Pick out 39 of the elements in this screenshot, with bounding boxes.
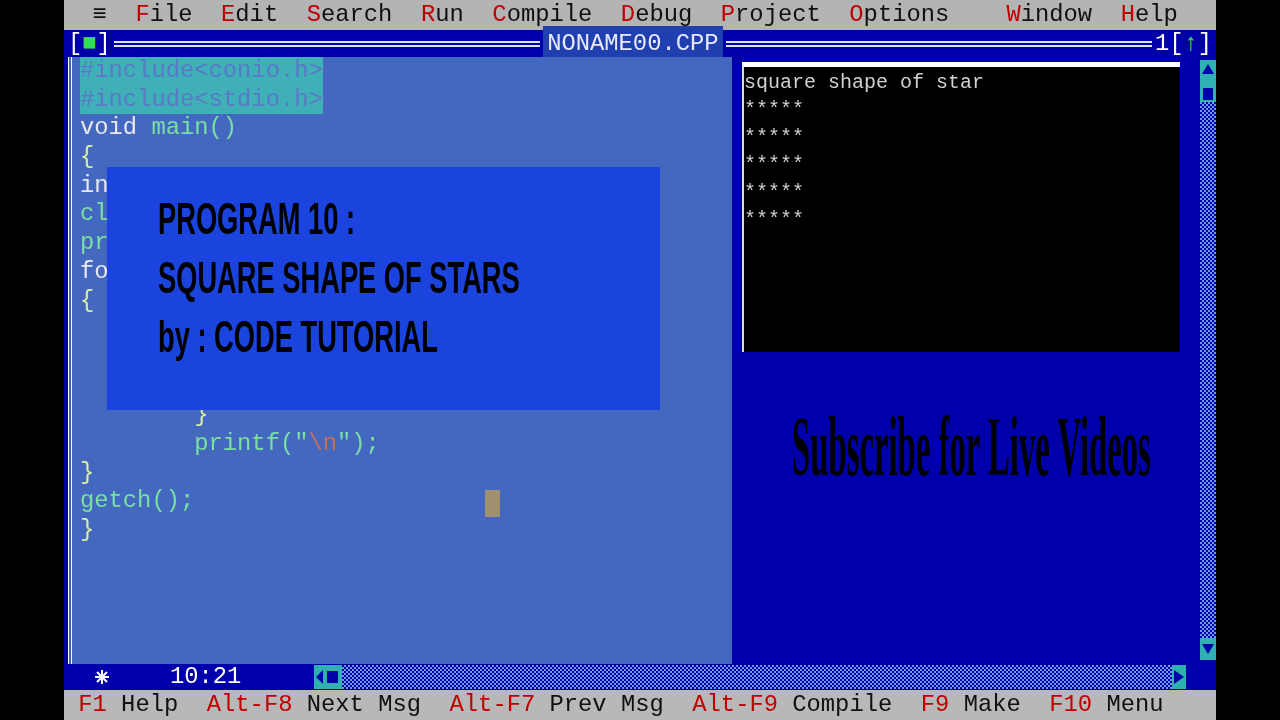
code-line: { bbox=[80, 286, 95, 314]
menu-item[interactable]: Run bbox=[420, 1, 464, 29]
menu-item[interactable]: Search bbox=[306, 1, 393, 29]
status-hint[interactable]: Alt-F9 Compile bbox=[692, 687, 893, 720]
output-line: square shape of star bbox=[744, 70, 986, 96]
code-line: in bbox=[80, 171, 109, 199]
horizontal-scrollbar[interactable] bbox=[314, 665, 1186, 689]
banner-text: by : CODE TUTORIAL bbox=[158, 311, 438, 363]
scroll-right-icon[interactable] bbox=[1172, 665, 1186, 689]
banner-text: PROGRAM 10 : bbox=[158, 193, 356, 245]
scroll-left-icon[interactable] bbox=[314, 665, 343, 689]
status-hint[interactable]: F9 Make bbox=[920, 687, 1021, 720]
menu-item[interactable]: Edit bbox=[221, 1, 279, 29]
output-line: ***** bbox=[744, 179, 805, 206]
subscribe-caption: Subscribe for Live Videos bbox=[792, 407, 1151, 487]
output-line: ***** bbox=[744, 152, 805, 179]
output-line: ***** bbox=[744, 97, 805, 124]
code-line: printf("\n"); bbox=[193, 429, 380, 457]
menu-item[interactable]: Options bbox=[849, 1, 950, 29]
code-line: getch(); bbox=[80, 487, 195, 515]
text-cursor bbox=[485, 490, 500, 517]
menu-icon[interactable]: ≡ bbox=[92, 1, 107, 29]
code-line: } bbox=[80, 458, 95, 486]
window-number: 1 bbox=[1154, 28, 1170, 59]
menu-item[interactable]: Window bbox=[1006, 1, 1093, 29]
status-hint[interactable]: F10 Menu bbox=[1049, 687, 1164, 720]
code-line: } bbox=[80, 515, 95, 543]
status-hint[interactable]: Alt-F7 Prev Msg bbox=[449, 687, 664, 720]
code-line: void main() bbox=[80, 114, 238, 142]
banner-text: SQUARE SHAPE OF STARS bbox=[158, 252, 520, 304]
menu-item[interactable]: File bbox=[135, 1, 193, 29]
output-line: ***** bbox=[744, 124, 805, 151]
code-line: fo bbox=[80, 257, 109, 285]
code-line: cl bbox=[80, 200, 109, 228]
modified-star-icon bbox=[94, 669, 110, 685]
code-line: { bbox=[80, 143, 95, 171]
code-line: pr bbox=[80, 229, 109, 257]
output-line: ***** bbox=[744, 206, 805, 233]
menu-item[interactable]: Project bbox=[720, 1, 821, 29]
